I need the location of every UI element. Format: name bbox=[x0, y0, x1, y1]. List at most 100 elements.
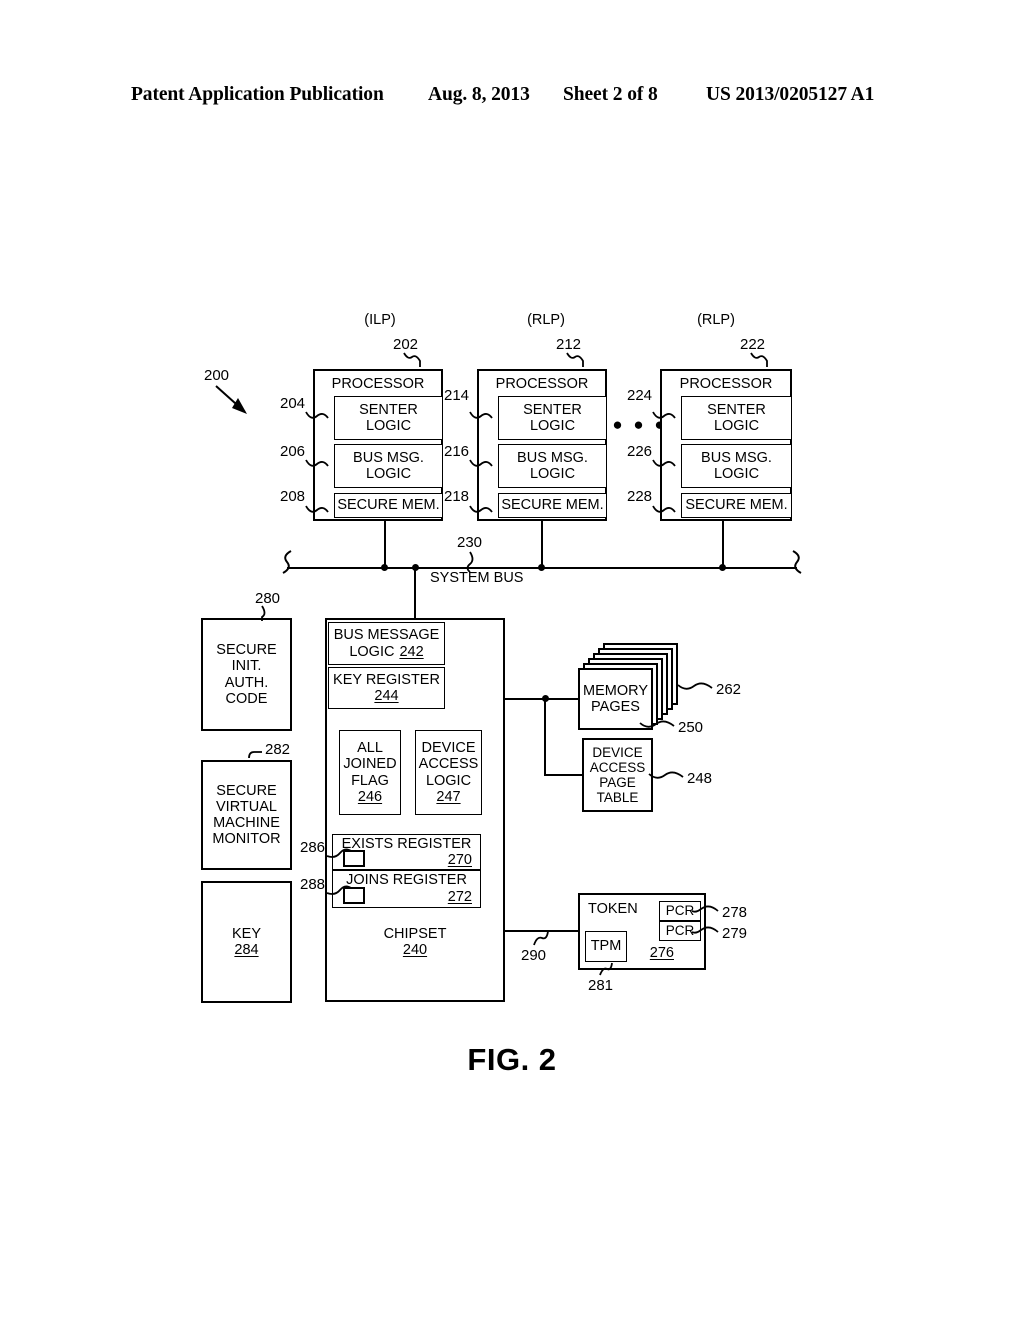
ref-281: 281 bbox=[588, 977, 614, 994]
processor-1-senter-logic-line2: LOGIC bbox=[365, 418, 412, 434]
chipset-bus-message-logic-line2: LOGIC bbox=[349, 643, 395, 660]
processor-1-senter-logic-line1: SENTER bbox=[359, 401, 418, 418]
processor-3-bus-drop bbox=[722, 521, 724, 568]
chipset-key-register-label: KEY REGISTER bbox=[333, 671, 440, 688]
joins-register-bit-box bbox=[343, 887, 365, 904]
processor-3-type-label: (RLP) bbox=[697, 312, 735, 328]
page-table-link-vertical bbox=[544, 698, 546, 776]
figure-caption: FIG. 2 bbox=[467, 1042, 557, 1077]
ref-247: 247 bbox=[436, 788, 461, 805]
processor-2-bus-msg-logic-line2: LOGIC bbox=[529, 466, 576, 482]
exists-register-bit-box bbox=[343, 850, 365, 867]
processor-3-title: PROCESSOR bbox=[679, 376, 773, 392]
device-access-logic-line1: DEVICE bbox=[421, 740, 476, 757]
ref-282: 282 bbox=[265, 741, 291, 758]
processor-2-secure-mem: SECURE MEM. bbox=[498, 493, 607, 518]
processor-2-senter-logic-line2: LOGIC bbox=[529, 418, 576, 434]
device-access-page-table: DEVICE ACCESS PAGE TABLE bbox=[582, 738, 653, 812]
pcr-upper-label: PCR bbox=[665, 903, 695, 919]
processor-1-bus-msg-logic: BUS MSG. LOGIC bbox=[334, 444, 443, 488]
processor-2-senter-logic: SENTER LOGIC bbox=[498, 396, 607, 440]
all-joined-flag-line1: ALL bbox=[357, 740, 383, 757]
pcr-lower-block: PCR bbox=[659, 921, 701, 941]
ref-246: 246 bbox=[357, 788, 383, 805]
ref-200: 200 bbox=[204, 367, 230, 384]
chipset-joins-register: JOINS REGISTER 272 bbox=[332, 870, 481, 908]
processor-2-type-label: (RLP) bbox=[527, 312, 565, 328]
secure-init-auth-code-line2: INIT. bbox=[231, 658, 262, 675]
bus-junction-processor-3 bbox=[719, 564, 726, 571]
ref-280: 280 bbox=[255, 590, 281, 607]
ref-272: 272 bbox=[447, 889, 472, 905]
chipset-exists-register: EXISTS REGISTER 270 bbox=[332, 834, 481, 870]
ref-248: 248 bbox=[687, 770, 713, 787]
chipset-bus-link bbox=[414, 567, 416, 619]
ref-250: 250 bbox=[678, 719, 704, 736]
ref-216: 216 bbox=[444, 443, 470, 460]
processor-2-bus-drop bbox=[541, 521, 543, 568]
joins-register-label: JOINS REGISTER bbox=[346, 872, 467, 888]
processor-2-bus-msg-logic-line1: BUS MSG. bbox=[517, 449, 588, 466]
ref-290: 290 bbox=[521, 947, 547, 964]
secure-init-auth-code-line4: CODE bbox=[225, 690, 268, 707]
ref-278: 278 bbox=[722, 904, 748, 921]
processor-1-secure-mem-label: SECURE MEM. bbox=[337, 497, 440, 514]
processor-3-secure-mem-label: SECURE MEM. bbox=[685, 497, 788, 514]
secure-init-auth-code-line3: AUTH. bbox=[224, 674, 269, 691]
ref-284: 284 bbox=[234, 942, 259, 958]
pcr-lower-label: PCR bbox=[665, 923, 695, 939]
ref-286: 286 bbox=[300, 839, 326, 856]
chipset-device-access-logic: DEVICE ACCESS LOGIC 247 bbox=[415, 730, 482, 815]
ref-242: 242 bbox=[399, 643, 424, 660]
key-block: KEY 284 bbox=[201, 881, 292, 1003]
chipset-token-link bbox=[505, 930, 578, 932]
device-access-logic-line2: ACCESS bbox=[418, 756, 479, 773]
processor-3-bus-msg-logic-line1: BUS MSG. bbox=[701, 449, 772, 466]
svmm-line1: SECURE bbox=[216, 782, 277, 799]
svmm-line3: MACHINE bbox=[213, 815, 280, 831]
ref-270: 270 bbox=[447, 852, 472, 868]
ref-204: 204 bbox=[280, 395, 306, 412]
secure-init-auth-code-block: SECURE INIT. AUTH. CODE bbox=[201, 618, 292, 731]
all-joined-flag-line3: FLAG bbox=[351, 772, 389, 789]
dapt-line4: TABLE bbox=[596, 790, 639, 806]
chipset-ref-240: 240 bbox=[402, 941, 428, 958]
ref-262: 262 bbox=[716, 681, 742, 698]
processor-1-type-label: (ILP) bbox=[364, 312, 396, 328]
device-access-logic-line3: LOGIC bbox=[425, 772, 472, 789]
pcr-upper-block: PCR bbox=[659, 901, 701, 921]
bus-junction-processor-2 bbox=[538, 564, 545, 571]
processor-1-ref: 202 bbox=[393, 336, 419, 353]
token-title: TOKEN bbox=[588, 901, 638, 917]
processor-3-secure-mem: SECURE MEM. bbox=[681, 493, 792, 518]
chipset-title: CHIPSET bbox=[383, 925, 447, 942]
key-block-label: KEY bbox=[231, 925, 261, 942]
ref-206: 206 bbox=[280, 443, 306, 460]
ref-226: 226 bbox=[627, 443, 653, 460]
secure-init-auth-code-line1: SECURE bbox=[216, 642, 277, 659]
system-bus-ref: 230 bbox=[457, 534, 483, 551]
processor-2-secure-mem-label: SECURE MEM. bbox=[501, 497, 604, 514]
memory-pages-line1: MEMORY bbox=[583, 682, 648, 699]
processor-2-ref: 212 bbox=[556, 336, 582, 353]
processor-2-title: PROCESSOR bbox=[495, 376, 589, 392]
ref-244: 244 bbox=[374, 688, 399, 704]
memory-pages-front: MEMORY PAGES bbox=[578, 668, 653, 730]
tpm-block: TPM bbox=[585, 931, 627, 962]
all-joined-flag-line2: JOINED bbox=[343, 756, 397, 773]
processor-3-ref: 222 bbox=[740, 336, 766, 353]
chipset-bus-message-logic: BUS MESSAGE LOGIC 242 bbox=[328, 622, 445, 665]
system-bus-label: SYSTEM BUS bbox=[430, 570, 524, 586]
ref-279: 279 bbox=[722, 925, 748, 942]
dapt-line3: PAGE bbox=[599, 775, 636, 790]
processor-3-bus-msg-logic-line2: LOGIC bbox=[713, 466, 760, 482]
ref-208: 208 bbox=[280, 488, 306, 505]
tpm-label: TPM bbox=[590, 938, 622, 955]
processor-1-bus-msg-logic-line1: BUS MSG. bbox=[353, 449, 424, 466]
chipset-all-joined-flag: ALL JOINED FLAG 246 bbox=[339, 730, 401, 815]
bus-junction-processor-1 bbox=[381, 564, 388, 571]
processor-1-bus-msg-logic-line2: LOGIC bbox=[365, 466, 412, 482]
processor-3-senter-logic: SENTER LOGIC bbox=[681, 396, 792, 440]
figure-2-diagram: 200 (ILP) 202 PROCESSOR SENTER LOGIC BUS… bbox=[0, 0, 1024, 1320]
processor-3-bus-msg-logic: BUS MSG. LOGIC bbox=[681, 444, 792, 488]
